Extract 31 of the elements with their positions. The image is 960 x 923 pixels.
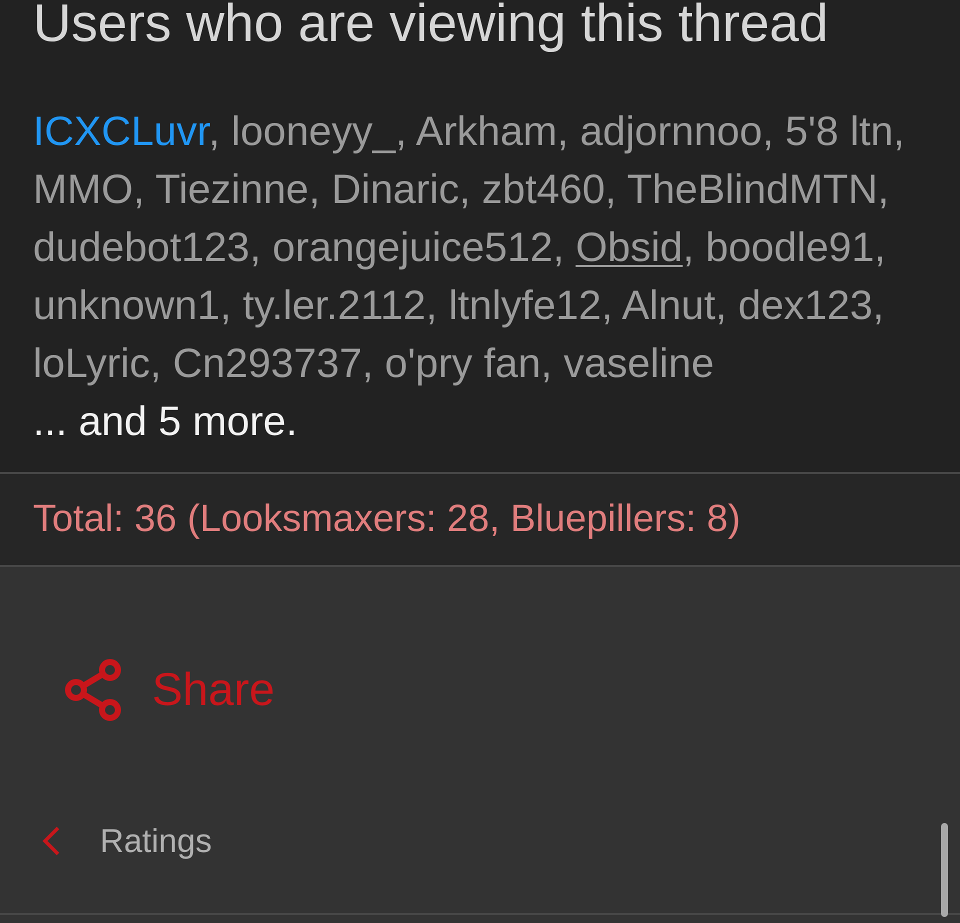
user-link[interactable]: o'pry fan bbox=[384, 340, 541, 386]
user-link[interactable]: vaseline bbox=[564, 340, 714, 386]
user-link[interactable]: Tiezinne bbox=[155, 166, 309, 212]
user-link[interactable]: dex123 bbox=[738, 282, 873, 328]
user-link[interactable]: Cn293737 bbox=[172, 340, 362, 386]
user-link[interactable]: ICXCLuvr bbox=[33, 108, 208, 154]
scrollbar-thumb[interactable] bbox=[941, 823, 948, 917]
user-link[interactable]: boodle91 bbox=[706, 224, 874, 270]
user-link[interactable]: loLyric bbox=[33, 340, 150, 386]
breadcrumb-link[interactable]: Ratings bbox=[100, 816, 212, 866]
more-users-text: ... and 5 more. bbox=[33, 397, 298, 446]
user-link[interactable]: TheBlindMTN bbox=[627, 166, 878, 212]
user-link[interactable]: zbt460 bbox=[482, 166, 605, 212]
users-list: ICXCLuvr, looneyy_, Arkham, adjornnoo, 5'8 ltn, MMO, Tiezinne, Dinaric, zbt460, TheBlindMTN, dudebot123, orangejuice512, Obsid, boodle91, unknown1, ty.ler.2112, ltnlyfe12, Alnut, dex123, loLyric, Cn293737, o'pry fan, vaseline bbox=[33, 102, 938, 392]
user-link[interactable]: orangejuice512 bbox=[272, 224, 553, 270]
user-link[interactable]: 5'8 ltn bbox=[785, 108, 894, 154]
back-chevron-icon[interactable] bbox=[42, 826, 60, 856]
total-count: Total: 36 (Looksmaxers: 28, Bluepillers: 8) bbox=[33, 497, 741, 542]
section-heading: Users who are viewing this thread bbox=[33, 0, 828, 54]
user-link[interactable]: Dinaric bbox=[332, 166, 460, 212]
user-link[interactable]: Alnut bbox=[622, 282, 716, 328]
user-link[interactable]: dudebot123 bbox=[33, 224, 250, 270]
share-icon bbox=[64, 658, 122, 722]
user-link[interactable]: unknown1 bbox=[33, 282, 220, 328]
user-link[interactable]: adjornnoo bbox=[580, 108, 762, 154]
user-link[interactable]: looneyy_ bbox=[231, 108, 396, 154]
user-link[interactable]: ltnlyfe12 bbox=[448, 282, 602, 328]
user-link[interactable]: MMO bbox=[33, 166, 134, 212]
user-link[interactable]: ty.ler.2112 bbox=[242, 282, 426, 328]
user-link[interactable]: Obsid bbox=[576, 224, 683, 270]
user-link[interactable]: Arkham bbox=[416, 108, 558, 154]
